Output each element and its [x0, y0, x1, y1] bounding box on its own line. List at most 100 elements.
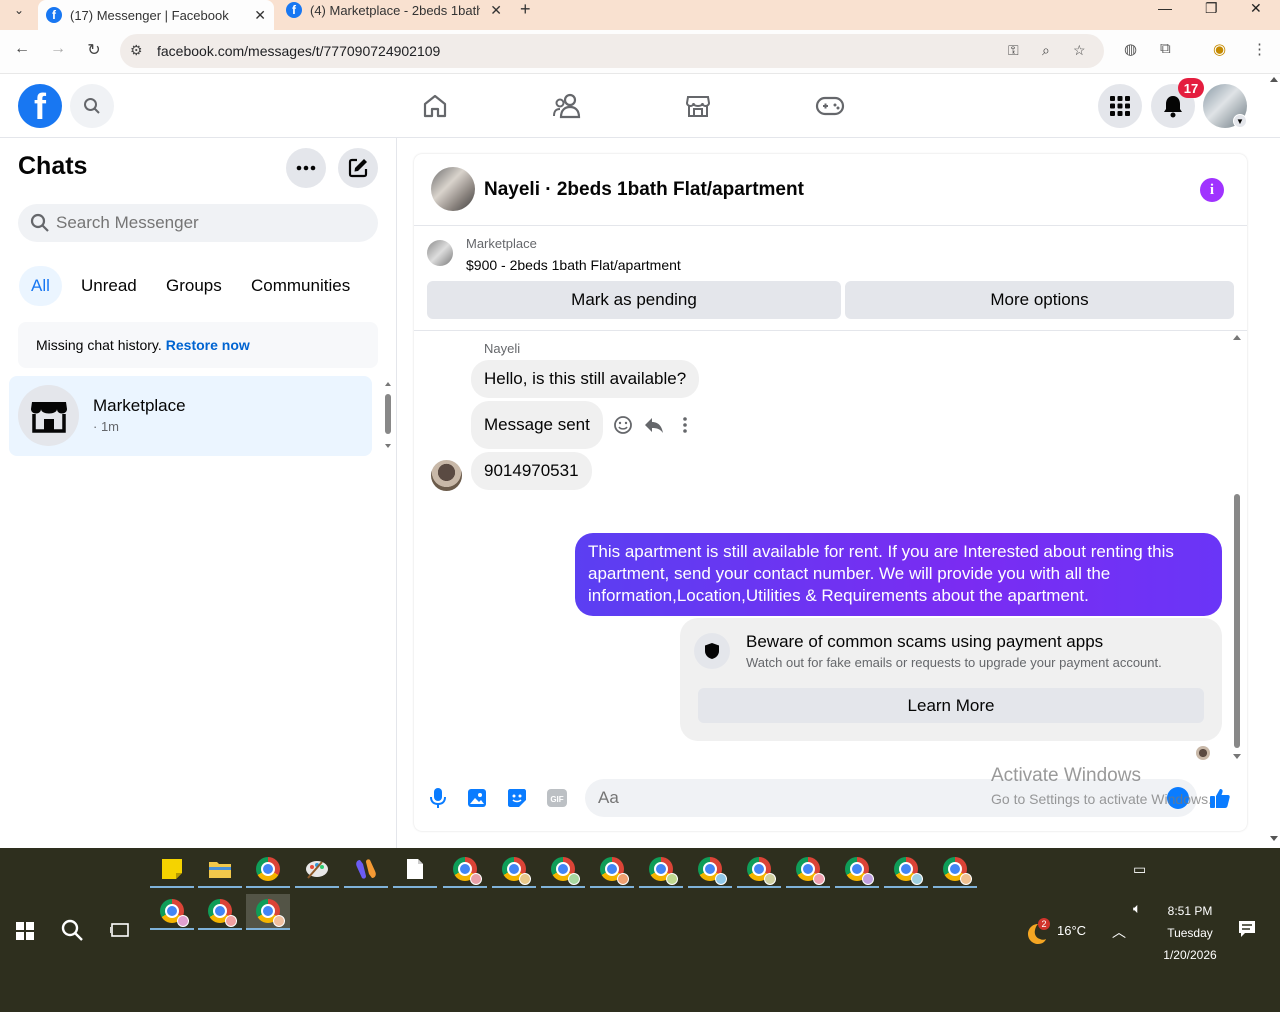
home-nav-icon[interactable] — [419, 90, 451, 122]
conversation-scrollbar[interactable] — [1232, 334, 1242, 762]
chrome-profile-icon[interactable] — [443, 852, 487, 888]
tab-messenger[interactable]: f (17) Messenger | Facebook ✕ — [38, 0, 274, 30]
search-messenger-input[interactable] — [56, 204, 366, 242]
menu-grid-button[interactable] — [1098, 84, 1142, 128]
sticky-notes-icon[interactable] — [150, 852, 194, 888]
chats-heading: Chats — [18, 152, 88, 180]
bookmark-star-icon[interactable]: ☆ — [1073, 42, 1086, 59]
file-explorer-icon[interactable] — [198, 852, 242, 888]
scam-warning-title: Beware of common scams using payment app… — [746, 632, 1104, 651]
filter-all[interactable]: All — [19, 266, 62, 306]
omnibox[interactable]: ⚙ facebook.com/messages/t/77709072490210… — [120, 34, 1104, 68]
sticker-icon[interactable] — [506, 787, 528, 809]
marketplace-nav-icon[interactable] — [682, 90, 714, 122]
password-key-icon[interactable]: ⚿ — [1008, 42, 1019, 59]
profile-icon[interactable]: ◉ — [1213, 40, 1226, 58]
conversation-avatar[interactable] — [431, 167, 475, 211]
tab-marketplace[interactable]: f (4) Marketplace - 2beds 1bath F ✕ — [278, 0, 510, 20]
zoom-icon[interactable]: ⌕ — [1042, 42, 1050, 59]
close-window-icon[interactable]: ✕ — [1250, 0, 1262, 17]
incoming-message[interactable]: 9014970531 — [471, 452, 592, 490]
taskbar-search-icon[interactable] — [60, 918, 84, 945]
filter-groups[interactable]: Groups — [154, 266, 234, 306]
taskbar-clock[interactable]: 8:51 PM Tuesday 1/20/2026 — [1150, 900, 1230, 966]
chrome-profile-icon[interactable] — [835, 852, 879, 888]
learn-more-button[interactable]: Learn More — [698, 688, 1204, 723]
weather-temperature[interactable]: 16°C — [1057, 923, 1086, 938]
chrome-profile-icon[interactable] — [737, 852, 781, 888]
new-message-button[interactable] — [338, 148, 378, 188]
extensions-icon[interactable]: ⧉ — [1160, 40, 1171, 57]
chrome-profile-icon[interactable] — [541, 852, 585, 888]
listing-title[interactable]: $900 - 2beds 1bath Flat/apartment — [466, 257, 681, 273]
chrome-profile-icon[interactable] — [590, 852, 634, 888]
close-tab-icon[interactable]: ✕ — [254, 7, 266, 24]
sender-avatar[interactable] — [431, 460, 462, 491]
reply-icon[interactable] — [643, 414, 665, 436]
restore-now-link[interactable]: Restore now — [166, 337, 250, 353]
filter-unread[interactable]: Unread — [69, 266, 149, 306]
browser-menu-icon[interactable]: ⋮ — [1252, 40, 1267, 58]
listing-thumbnail[interactable] — [427, 240, 453, 266]
conversation-info-icon[interactable]: i — [1200, 178, 1224, 202]
incoming-message[interactable]: Hello, is this still available? — [471, 360, 700, 398]
chat-list-item-marketplace[interactable]: Marketplace · 1m — [9, 376, 372, 456]
microphone-icon[interactable] — [427, 787, 449, 809]
seen-receipt-avatar — [1196, 746, 1210, 760]
tab-search-chevron-icon[interactable]: ⌄ — [4, 0, 34, 20]
outgoing-message[interactable]: This apartment is still available for re… — [575, 533, 1222, 616]
header-divider — [414, 330, 1247, 331]
page-scrollbar[interactable] — [1268, 74, 1280, 848]
chrome-profile-icon[interactable] — [933, 852, 977, 888]
document-icon[interactable] — [393, 852, 437, 888]
sidebar-scrollbar[interactable] — [384, 382, 392, 452]
show-hidden-icons-chevron-icon[interactable]: ︿ — [1112, 922, 1126, 942]
gif-icon[interactable]: GIF — [546, 787, 568, 809]
weather-moon-icon[interactable]: 2 — [1024, 918, 1050, 949]
copilot-icon[interactable] — [344, 852, 388, 888]
photo-icon[interactable] — [466, 787, 488, 809]
desktop-icon[interactable]: ▭ — [1133, 861, 1146, 878]
marketplace-label: Marketplace — [466, 236, 537, 251]
gaming-nav-icon[interactable] — [814, 90, 846, 122]
friends-nav-icon[interactable] — [551, 90, 583, 122]
chrome-profile-icon[interactable] — [246, 894, 290, 930]
react-emoji-icon[interactable] — [612, 414, 634, 436]
conversation-title[interactable]: Nayeli · 2beds 1bath Flat/apartment — [484, 179, 804, 201]
translate-icon[interactable]: ◍ — [1124, 40, 1137, 58]
paint-app-icon[interactable] — [295, 852, 339, 888]
chrome-profile-icon[interactable] — [884, 852, 928, 888]
site-settings-icon[interactable]: ⚙ — [130, 42, 143, 59]
volume-icon[interactable]: 🔈︎ — [1133, 900, 1141, 917]
new-tab-icon[interactable]: + — [520, 0, 531, 18]
chevron-down-icon[interactable]: ▼ — [1233, 114, 1247, 128]
mark-as-pending-button[interactable]: Mark as pending — [427, 281, 841, 319]
restore-window-icon[interactable]: ❐ — [1205, 0, 1218, 17]
incoming-message[interactable]: Message sent — [471, 401, 603, 449]
facebook-search-button[interactable] — [70, 84, 114, 128]
action-center-icon[interactable] — [1238, 920, 1256, 941]
search-messenger-box[interactable] — [18, 204, 378, 242]
facebook-header: f 17 ▼ — [0, 74, 1280, 138]
task-view-icon[interactable] — [109, 921, 130, 942]
chrome-profile-icon[interactable] — [198, 894, 242, 930]
more-vertical-icon[interactable] — [674, 414, 696, 436]
chrome-profile-icon[interactable] — [688, 852, 732, 888]
minimize-icon[interactable]: — — [1158, 0, 1172, 16]
facebook-logo-icon[interactable]: f — [18, 84, 62, 128]
watermark-subtitle: Go to Settings to activate Windows. — [991, 791, 1212, 807]
chrome-profile-icon[interactable] — [639, 852, 683, 888]
windows-start-icon[interactable] — [16, 922, 34, 945]
filter-communities[interactable]: Communities — [239, 266, 362, 306]
forward-icon[interactable]: → — [46, 40, 70, 58]
reload-icon[interactable]: ↻ — [82, 40, 106, 60]
more-options-button[interactable]: More options — [845, 281, 1234, 319]
chrome-profile-icon[interactable] — [150, 894, 194, 930]
back-icon[interactable]: ← — [10, 40, 34, 58]
chrome-app-icon[interactable] — [246, 852, 290, 888]
chrome-profile-icon[interactable] — [492, 852, 536, 888]
chrome-profile-icon[interactable] — [786, 852, 830, 888]
close-tab-icon[interactable]: ✕ — [490, 2, 502, 19]
chat-options-button[interactable] — [286, 148, 326, 188]
thumbs-up-icon[interactable] — [1209, 787, 1231, 809]
